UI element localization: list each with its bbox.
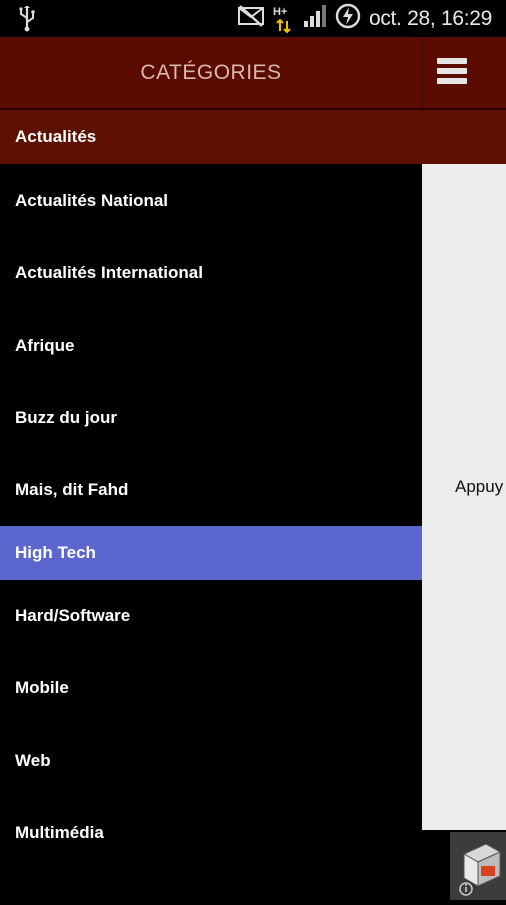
category-item[interactable]: Mobile [0,661,422,715]
category-label: Buzz du jour [15,408,117,427]
menu-icon[interactable] [437,58,467,86]
category-label: Hard/Software [15,606,131,625]
category-label: Afrique [15,336,75,355]
drawer-header: CATÉGORIES [0,37,422,108]
ad-image-icon [450,832,506,900]
app-toolbar [422,37,506,108]
category-item[interactable]: Hard/Software [0,589,422,643]
category-item[interactable]: Actualités International [0,246,422,300]
section-label: Actualités [15,127,97,146]
ad-banner[interactable] [450,832,506,900]
notification-off-icon [237,5,265,32]
category-label: Multimédia [15,823,104,842]
battery-charging-icon [335,3,361,34]
status-bar: H+ oct. 28, 16:29 [0,0,506,37]
content-pane: Appuy [422,164,506,830]
usb-icon [18,5,36,37]
category-label: Actualités International [15,263,203,282]
category-label: Mobile [15,678,69,697]
category-item[interactable]: Mais, dit Fahd [0,463,422,517]
category-label: Web [15,751,51,770]
category-item[interactable]: Actualités National [0,174,422,228]
content-message: Appuy [455,477,504,496]
category-item[interactable]: Afrique [0,319,422,373]
category-label: Actualités National [15,191,169,210]
category-item-selected[interactable]: High Tech [0,526,422,580]
drawer-title: CATÉGORIES [140,60,282,84]
data-network-icon: H+ [273,4,295,34]
category-item[interactable]: Multimédia [0,806,422,860]
section-header[interactable]: Actualités [0,110,506,164]
category-label: High Tech [15,543,96,562]
status-time: oct. 28, 16:29 [368,6,492,30]
category-label: Mais, dit Fahd [15,480,129,499]
category-item[interactable]: Buzz du jour [0,391,422,445]
signal-strength-icon [303,4,327,33]
category-item[interactable]: Web [0,734,422,788]
